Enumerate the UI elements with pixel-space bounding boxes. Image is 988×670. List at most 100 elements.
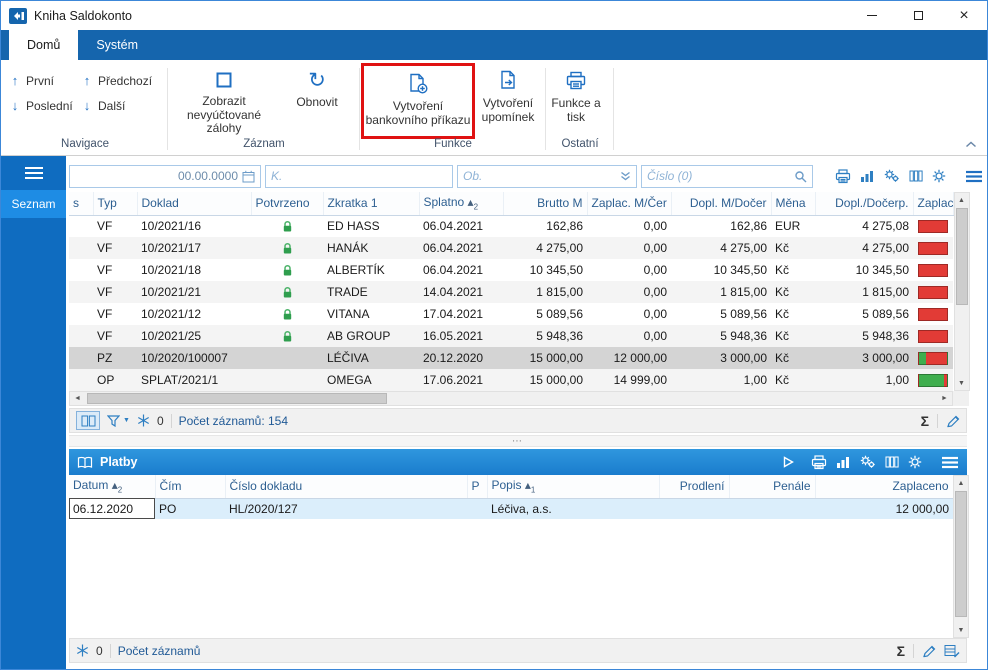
k-filter-field[interactable] [265, 165, 453, 188]
table-row[interactable]: VF 10/2021/18 ALBERTÍK 06.04.2021 10 345… [69, 259, 953, 281]
last-record-button[interactable]: ↓Poslední [9, 98, 81, 113]
col-header-s[interactable]: s [69, 192, 93, 215]
col-header-prodleni[interactable]: Prodlení [659, 475, 729, 498]
gear-icon[interactable] [908, 455, 922, 469]
collapse-ribbon-button[interactable] [965, 137, 977, 151]
col-header-p[interactable]: P [467, 475, 487, 498]
table-row[interactable]: VF 10/2021/25 AB GROUP 16.05.2021 5 948,… [69, 325, 953, 347]
search-icon[interactable] [794, 170, 807, 183]
table-row[interactable]: VF 10/2021/12 VITANA 17.04.2021 5 089,56… [69, 303, 953, 325]
sidebar-item-seznam[interactable]: Seznam [1, 190, 66, 218]
cislo-search-input[interactable] [647, 169, 790, 183]
vertical-scrollbar[interactable]: ▲ ▼ [953, 475, 969, 638]
edit-pencil-icon[interactable] [946, 414, 960, 428]
card-view-toggle-button[interactable] [76, 411, 100, 430]
col-header-potvrzeno[interactable]: Potvrzeno [251, 192, 323, 215]
print-icon[interactable] [811, 455, 827, 470]
filter-icon[interactable] [107, 415, 120, 427]
ob-filter-field[interactable] [457, 165, 637, 188]
col-header-brutto[interactable]: Brutto M [503, 192, 587, 215]
vertical-scrollbar[interactable]: ▲ ▼ [954, 192, 970, 391]
sum-icon[interactable]: Σ [921, 413, 929, 429]
create-bank-order-button[interactable]: Vytvoření bankovního příkazu [364, 66, 472, 138]
print-icon[interactable] [835, 169, 851, 184]
col-header-cislo-dokladu[interactable]: Číslo dokladu [225, 475, 467, 498]
sum-icon[interactable]: Σ [897, 643, 905, 659]
group-label-ostatni: Ostatní [549, 138, 611, 150]
date-filter-field[interactable] [69, 165, 261, 188]
edit-pencil-icon[interactable] [922, 644, 936, 658]
col-header-doplc[interactable]: Dopl./Dočerp. [815, 192, 913, 215]
scroll-down-icon[interactable]: ▼ [958, 623, 965, 637]
scroll-up-icon[interactable]: ▲ [958, 193, 965, 207]
refresh-button[interactable]: ↻ Obnovit [277, 63, 357, 135]
col-header-datum[interactable]: Datum ▴2 [69, 475, 155, 498]
col-header-zkratka[interactable]: Zkratka 1 [323, 192, 419, 215]
chart-icon[interactable] [860, 170, 875, 183]
horizontal-scrollbar[interactable]: ◄ ► [69, 391, 983, 406]
functions-print-button[interactable]: Funkce a tisk [545, 63, 607, 135]
sidebar-menu-button[interactable] [1, 156, 66, 190]
col-header-popis[interactable]: Popis ▴1 [487, 475, 659, 498]
tab-system[interactable]: Systém [78, 30, 156, 60]
gears-icon[interactable] [884, 169, 900, 183]
columns-icon[interactable] [885, 456, 899, 468]
col-header-penale[interactable]: Penále [729, 475, 815, 498]
previous-record-button[interactable]: ↑Předchozí [81, 73, 165, 88]
snowflake-icon[interactable] [76, 644, 89, 657]
col-header-mena[interactable]: Měna [771, 192, 815, 215]
gears-icon[interactable] [860, 455, 876, 469]
grid-menu-icon[interactable] [965, 170, 983, 183]
table-row[interactable]: OP SPLAT/2021/1 OMEGA 17.06.2021 15 000,… [69, 369, 953, 391]
tab-domu[interactable]: Domů [9, 30, 78, 60]
ob-filter-input[interactable] [463, 169, 616, 183]
group-label-funkce: Funkce [363, 138, 543, 150]
platby-header-row: Datum ▴2 Čím Číslo dokladu P Popis ▴1 Pr… [69, 475, 953, 498]
lock-icon [281, 330, 294, 343]
col-header-dopl[interactable]: Dopl. M/Dočer [671, 192, 771, 215]
scrollbar-thumb[interactable] [956, 208, 968, 305]
minimize-button[interactable] [849, 1, 895, 30]
table-row[interactable]: 06.12.2020 PO HL/2020/127 Léčiva, a.s. 1… [69, 498, 953, 519]
maximize-button[interactable] [895, 1, 941, 30]
show-unbilled-advances-button[interactable]: Zobrazit nevyúčtované zálohy [171, 63, 277, 135]
chart-icon[interactable] [836, 456, 851, 469]
k-filter-input[interactable] [271, 169, 447, 183]
scroll-left-icon[interactable]: ◄ [70, 395, 85, 402]
table-row[interactable]: PZ 10/2020/100007 LÉČIVA 20.12.2020 15 0… [69, 347, 953, 369]
cislo-search-field[interactable] [641, 165, 813, 188]
close-button[interactable]: × [941, 1, 987, 30]
col-header-splatno[interactable]: Splatno ▴2 [419, 192, 503, 215]
table-row[interactable]: VF 10/2021/16 ED HASS 06.04.2021 162,86 … [69, 215, 953, 237]
edit-grid-icon[interactable] [944, 644, 960, 658]
filter-caret-icon[interactable]: ▼ [123, 417, 130, 424]
col-header-zaplaceno[interactable]: Zaplaceno [815, 475, 953, 498]
next-record-button[interactable]: ↓Další [81, 98, 165, 113]
col-header-zaplac[interactable]: Zaplac. M/Čer [587, 192, 671, 215]
scroll-up-icon[interactable]: ▲ [958, 476, 965, 490]
calendar-icon[interactable] [242, 170, 255, 183]
table-row[interactable]: VF 10/2021/17 HANÁK 06.04.2021 4 275,00 … [69, 237, 953, 259]
gear-icon[interactable] [932, 169, 946, 183]
arrow-up-icon: ↑ [81, 73, 93, 88]
date-filter-input[interactable] [75, 169, 238, 183]
snowflake-icon[interactable] [137, 414, 150, 427]
panel-splitter[interactable]: ⋯ [69, 435, 967, 447]
play-icon[interactable] [783, 456, 794, 468]
col-header-zaplacen[interactable]: Zaplacen [913, 192, 953, 215]
col-header-doklad[interactable]: Doklad [137, 192, 251, 215]
scrollbar-thumb[interactable] [87, 393, 387, 404]
columns-icon[interactable] [909, 170, 923, 182]
scroll-right-icon[interactable]: ► [937, 395, 952, 402]
scroll-down-icon[interactable]: ▼ [958, 376, 965, 390]
focused-cell[interactable]: 06.12.2020 [69, 498, 155, 519]
col-header-cim[interactable]: Čím [155, 475, 225, 498]
arrow-down-icon: ↓ [9, 98, 21, 113]
first-record-button[interactable]: ↑První [9, 73, 81, 88]
create-reminders-button[interactable]: Vytvoření upomínek [475, 63, 541, 135]
col-header-typ[interactable]: Typ [93, 192, 137, 215]
scrollbar-thumb[interactable] [955, 491, 967, 617]
chevron-double-down-icon[interactable] [620, 171, 631, 181]
table-row[interactable]: VF 10/2021/21 TRADE 14.04.2021 1 815,00 … [69, 281, 953, 303]
grid-menu-icon[interactable] [941, 456, 959, 469]
